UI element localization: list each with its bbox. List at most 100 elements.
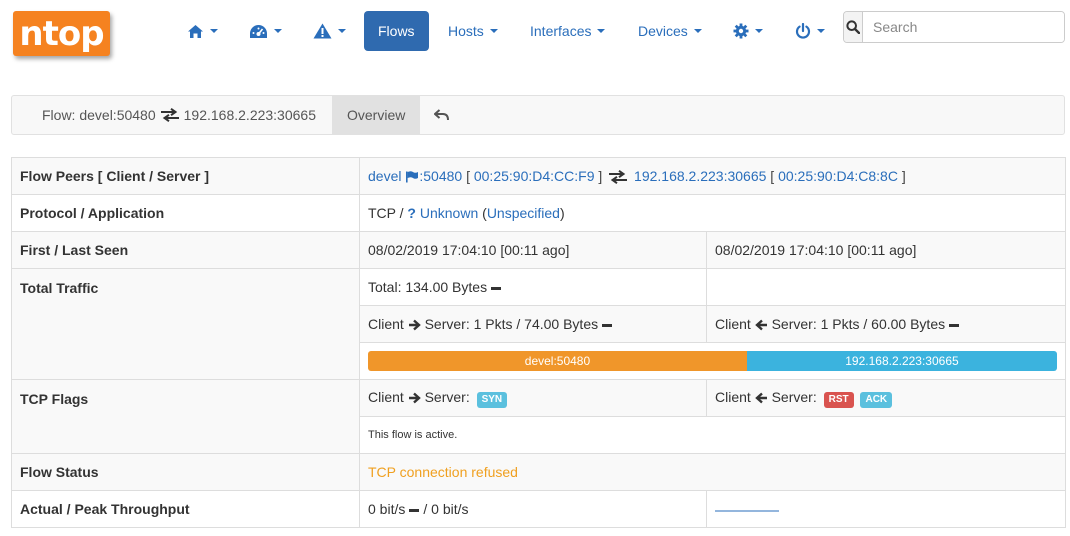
flow-title-client: Flow: devel:50480 — [42, 107, 156, 123]
client-mac-link[interactable]: 00:25:90:D4:CC:F9 — [474, 168, 595, 184]
total-traffic-empty — [706, 268, 1066, 306]
nav-dashboard[interactable] — [249, 11, 282, 51]
flags-c2s-prefix: Client — [368, 388, 404, 405]
chevron-down-icon — [597, 29, 606, 33]
server-traffic-bar: 192.168.2.223:30665 — [746, 351, 1057, 371]
nav-devices-label: Devices — [638, 23, 688, 39]
minus-icon — [602, 323, 613, 327]
flag-badge-syn: SYN — [476, 391, 508, 408]
gear-icon — [733, 23, 749, 39]
nav-alerts[interactable] — [313, 11, 346, 51]
flow-title-server: 192.168.2.223:30665 — [183, 107, 316, 123]
seen-label: First / Last Seen — [11, 231, 360, 269]
traffic-progress-bar: devel:50480 192.168.2.223:30665 — [368, 351, 1057, 371]
last-seen-value: 08/02/2019 17:04:10 [00:11 ago] — [706, 231, 1066, 269]
first-seen-value: 08/02/2019 17:04:10 [00:11 ago] — [359, 231, 707, 269]
server-to-client-traffic: Client Server: 1 Pkts / 60.00 Bytes — [706, 305, 1066, 343]
tab-overview-label: Overview — [347, 107, 406, 123]
row-flow-status: Flow Status TCP connection refused — [11, 453, 1066, 491]
flow-peers-value: devel :50480 [ 00:25:90:D4:CC:F9 ] 192.1… — [359, 157, 1066, 195]
application-detail-link[interactable]: Unspecified — [487, 205, 560, 221]
flags-s2c-suffix: Server: — [771, 388, 817, 405]
server-flags: Client Server: RST ACK — [706, 379, 1066, 417]
s2c-prefix: Client — [715, 316, 751, 332]
ntop-logo[interactable]: ntop — [13, 11, 110, 56]
flags-s2c-prefix: Client — [715, 388, 751, 405]
application-link[interactable]: Unknown — [420, 205, 478, 221]
server-mac-link[interactable]: 00:25:90:D4:C8:8C — [778, 168, 898, 184]
total-traffic-label: Total Traffic — [11, 268, 360, 380]
warning-icon — [313, 23, 332, 39]
row-protocol: Protocol / Application TCP / ? Unknown (… — [11, 194, 1066, 232]
exchange-icon — [609, 170, 628, 185]
actual-throughput: 0 bit/s — [368, 501, 406, 517]
nav-settings[interactable] — [733, 11, 763, 51]
client-port-link[interactable]: :50480 — [419, 168, 462, 184]
search-icon — [846, 20, 860, 34]
search-box — [843, 11, 1065, 43]
row-flow-peers: Flow Peers [ Client / Server ] devel :50… — [11, 157, 1066, 195]
throughput-sparkline-cell — [706, 490, 1066, 528]
protocol-value: TCP / ? Unknown (Unspecified) — [359, 194, 1066, 232]
client-flags: Client Server: SYN — [359, 379, 707, 417]
dashboard-icon — [250, 24, 267, 38]
nav-interfaces-label: Interfaces — [530, 23, 592, 39]
back-button[interactable] — [420, 96, 463, 134]
flow-status-value: TCP connection refused — [359, 453, 1066, 491]
c2s-prefix: Client — [368, 316, 404, 332]
minus-icon — [491, 286, 502, 290]
flow-breadcrumb-bar: Flow: devel:50480 192.168.2.223:30665 Ov… — [11, 95, 1065, 135]
exchange-icon — [160, 108, 179, 122]
total-traffic-value: Total: 134.00 Bytes — [359, 268, 707, 306]
client-to-server-traffic: Client Server: 1 Pkts / 74.00 Bytes — [359, 305, 707, 343]
nav-hosts[interactable]: Hosts — [448, 11, 498, 51]
flow-status-label: Flow Status — [11, 453, 360, 491]
tcp-flags-label: TCP Flags — [11, 379, 360, 454]
arrow-left-icon — [754, 392, 767, 404]
row-total-traffic: Total Traffic Total: 134.00 Bytes — [11, 268, 1066, 380]
total-traffic-text: Total: 134.00 Bytes — [368, 279, 488, 295]
minus-icon — [409, 508, 420, 512]
flow-title: Flow: devel:50480 192.168.2.223:30665 — [12, 96, 332, 134]
traffic-bar-cell: devel:50480 192.168.2.223:30665 — [359, 342, 1066, 380]
minus-icon — [949, 323, 960, 327]
nav-hosts-label: Hosts — [448, 23, 484, 39]
reply-icon — [434, 109, 450, 121]
nav-home[interactable] — [187, 11, 218, 51]
question-icon: ? — [407, 205, 416, 221]
arrow-right-icon — [408, 319, 421, 331]
chevron-down-icon — [338, 29, 346, 33]
nav-interfaces[interactable]: Interfaces — [530, 11, 606, 51]
row-tcp-flags: TCP Flags Client Server: SYN Client Serv… — [11, 379, 1066, 454]
throughput-sparkline — [715, 510, 779, 512]
row-throughput: Actual / Peak Throughput 0 bit/s / 0 bit/… — [11, 490, 1066, 528]
search-input[interactable] — [863, 12, 1064, 42]
tab-overview[interactable]: Overview — [332, 96, 421, 134]
arrow-right-icon — [408, 392, 421, 404]
server-link[interactable]: 192.168.2.223:30665 — [634, 168, 766, 184]
client-host-link[interactable]: devel — [368, 168, 401, 184]
flow-active-note: This flow is active. — [359, 416, 1066, 454]
flag-icon — [406, 171, 419, 183]
flag-badge-ack: ACK — [860, 391, 893, 408]
chevron-down-icon — [755, 29, 763, 33]
nav-devices[interactable]: Devices — [638, 11, 702, 51]
chevron-down-icon — [489, 29, 498, 33]
protocol-label: Protocol / Application — [11, 194, 360, 232]
throughput-value: 0 bit/s / 0 bit/s — [359, 490, 707, 528]
c2s-suffix: Server: 1 Pkts / 74.00 Bytes — [424, 316, 599, 332]
power-icon — [795, 23, 811, 39]
search-button[interactable] — [844, 12, 863, 42]
s2c-suffix: Server: 1 Pkts / 60.00 Bytes — [771, 316, 946, 332]
nav-power[interactable] — [795, 11, 825, 51]
flag-badge-rst: RST — [823, 391, 854, 408]
arrow-left-icon — [754, 319, 767, 331]
chevron-down-icon — [693, 29, 702, 33]
nav-flows[interactable]: Flows — [364, 11, 429, 51]
nav-flows-label: Flows — [378, 23, 415, 39]
chevron-down-icon — [210, 29, 218, 33]
chevron-down-icon — [817, 29, 825, 33]
client-traffic-bar: devel:50480 — [368, 351, 747, 371]
peak-throughput: / 0 bit/s — [423, 501, 469, 517]
flow-peers-label: Flow Peers [ Client / Server ] — [11, 157, 360, 195]
